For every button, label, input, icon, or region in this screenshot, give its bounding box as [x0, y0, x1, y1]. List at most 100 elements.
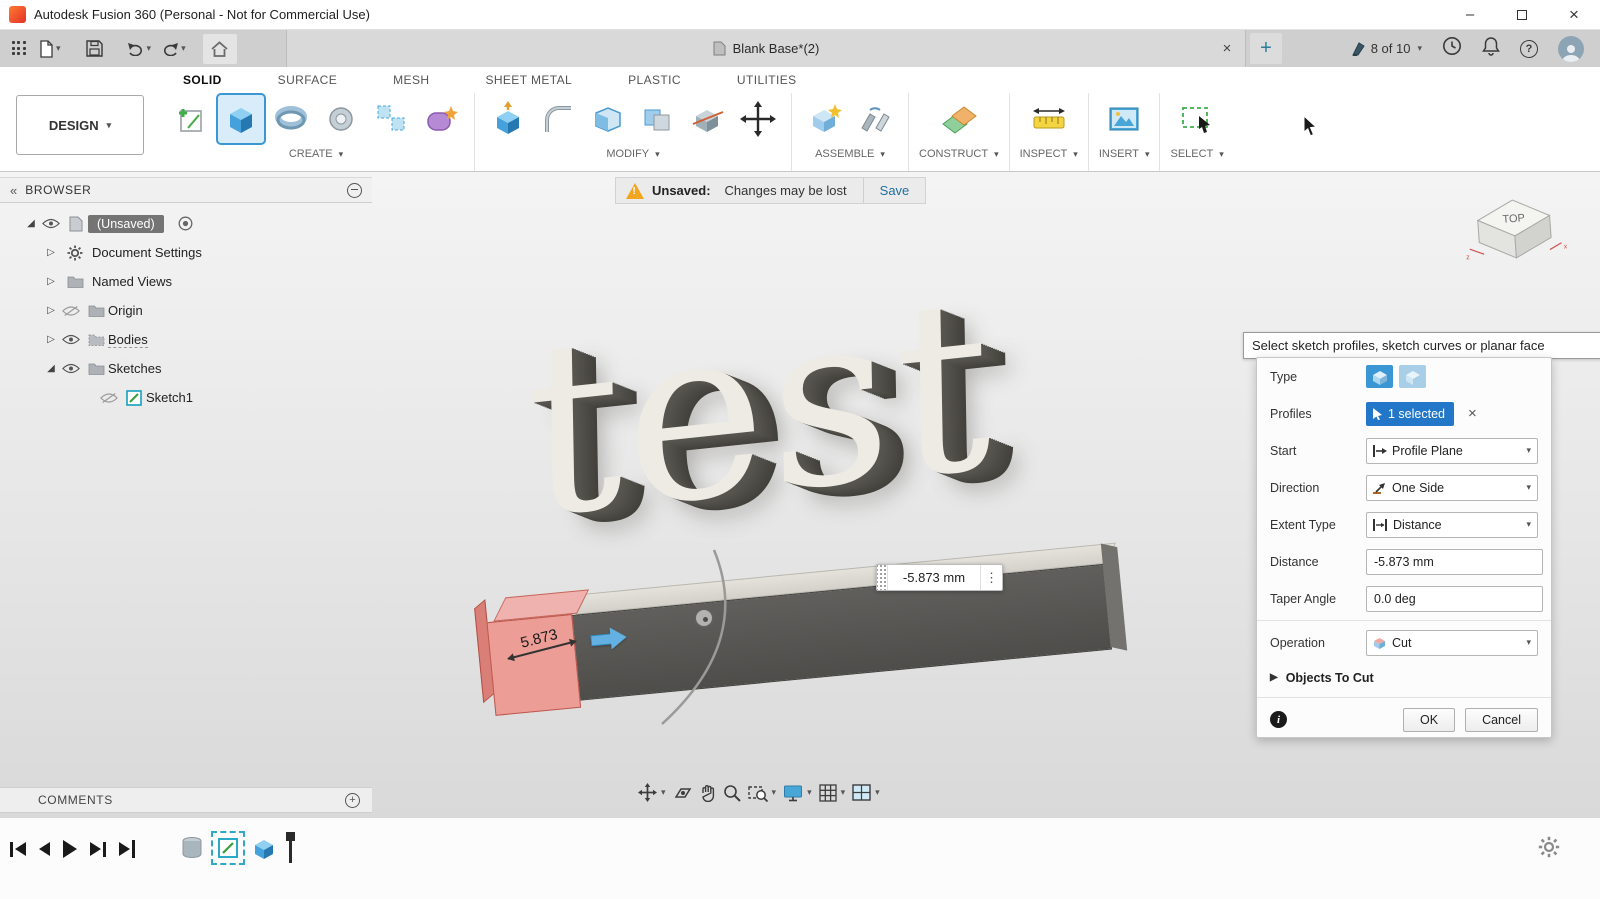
- taper-angle-input[interactable]: [1366, 585, 1543, 612]
- timeline-feature-extrude[interactable]: [250, 834, 278, 862]
- pan-button[interactable]: [700, 784, 716, 802]
- save-button[interactable]: [82, 34, 108, 64]
- step-forward-button[interactable]: [90, 836, 106, 862]
- tree-row-bodies[interactable]: ▷ Bodies: [0, 325, 372, 354]
- timeline-settings-button[interactable]: [1538, 836, 1560, 863]
- tree-row-sketches[interactable]: ◢ Sketches: [0, 354, 372, 383]
- combine-button[interactable]: [635, 95, 681, 143]
- visibility-eye-icon[interactable]: [58, 334, 84, 345]
- viewports-button[interactable]: ▾: [852, 784, 880, 801]
- document-tab-close-button[interactable]: ×: [1217, 38, 1237, 58]
- tab-plastic[interactable]: PLASTIC: [628, 73, 681, 87]
- display-settings-button[interactable]: ▾: [783, 784, 812, 802]
- cancel-button[interactable]: Cancel: [1465, 707, 1538, 732]
- revolve-button[interactable]: [268, 95, 314, 143]
- viewport-distance-input[interactable]: [888, 565, 980, 590]
- home-button[interactable]: [202, 33, 237, 64]
- undo-button[interactable]: ▾: [124, 34, 155, 64]
- group-label-assemble[interactable]: ASSEMBLE ▾: [815, 148, 885, 160]
- direction-select[interactable]: One Side ▾: [1366, 474, 1538, 501]
- visibility-eye-icon[interactable]: [58, 363, 84, 374]
- expand-toggle-icon[interactable]: ◢: [24, 218, 38, 229]
- extrude-type-thin-button[interactable]: [1399, 365, 1426, 388]
- expand-toggle-icon[interactable]: ▷: [44, 276, 58, 287]
- measure-button[interactable]: [1026, 95, 1072, 143]
- group-label-insert[interactable]: INSERT ▾: [1099, 148, 1150, 160]
- collapse-panel-icon[interactable]: «: [10, 183, 17, 198]
- expand-toggle-icon[interactable]: ▷: [44, 305, 58, 316]
- operation-select[interactable]: Cut ▾: [1366, 629, 1538, 656]
- input-options-button[interactable]: ⋮: [980, 565, 1002, 590]
- tab-utilities[interactable]: UTILITIES: [737, 73, 797, 87]
- tree-row-root[interactable]: ◢ (Unsaved): [0, 209, 372, 238]
- objects-to-cut-section[interactable]: ▶ Objects To Cut: [1257, 661, 1551, 694]
- orbit-button[interactable]: ▾: [638, 783, 666, 802]
- tree-row-named-views[interactable]: ▷ Named Views: [0, 267, 372, 296]
- document-tab[interactable]: Blank Base*(2) ×: [286, 30, 1246, 67]
- extension-tokens-badge[interactable]: 8 of 10 ▾: [1351, 41, 1422, 57]
- tab-mesh[interactable]: MESH: [393, 73, 429, 87]
- timeline-feature-sketch1[interactable]: [211, 830, 245, 865]
- add-comment-icon[interactable]: +: [345, 792, 360, 808]
- job-status-button[interactable]: [1442, 36, 1462, 61]
- new-tab-button[interactable]: +: [1250, 33, 1282, 64]
- ok-button[interactable]: OK: [1403, 707, 1456, 732]
- shell-button[interactable]: [585, 95, 631, 143]
- workspace-selector[interactable]: DESIGN ▾: [16, 95, 144, 155]
- tab-surface[interactable]: SURFACE: [278, 73, 337, 87]
- new-component-button[interactable]: [802, 95, 848, 143]
- pattern-button[interactable]: [368, 95, 414, 143]
- group-label-create[interactable]: CREATE ▾: [289, 148, 343, 160]
- tab-solid[interactable]: SOLID: [183, 73, 222, 87]
- create-form-button[interactable]: [418, 95, 464, 143]
- info-icon[interactable]: i: [1270, 711, 1287, 728]
- file-menu-button[interactable]: ▾: [36, 34, 64, 64]
- center-point-manipulator[interactable]: [694, 608, 714, 628]
- step-back-button[interactable]: [39, 836, 50, 862]
- group-label-inspect[interactable]: INSPECT ▾: [1020, 148, 1078, 160]
- create-sketch-button[interactable]: [168, 95, 214, 143]
- save-link[interactable]: Save: [862, 178, 926, 203]
- extrude-type-solid-button[interactable]: [1366, 365, 1393, 388]
- start-select[interactable]: Profile Plane ▾: [1366, 437, 1538, 464]
- grid-settings-button[interactable]: ▾: [818, 783, 845, 802]
- joint-button[interactable]: [852, 95, 898, 143]
- user-avatar[interactable]: [1558, 35, 1584, 62]
- zoom-button[interactable]: [723, 784, 741, 802]
- group-label-modify[interactable]: MODIFY ▾: [606, 148, 659, 160]
- go-to-start-button[interactable]: [10, 836, 26, 862]
- distance-input[interactable]: [1366, 548, 1543, 575]
- tree-row-origin[interactable]: ▷ Origin: [0, 296, 372, 325]
- drag-grip[interactable]: [877, 565, 888, 590]
- expand-toggle-icon[interactable]: ▷: [44, 334, 58, 345]
- visibility-eye-icon[interactable]: [38, 218, 64, 229]
- minimize-panel-icon[interactable]: [347, 182, 362, 198]
- go-to-end-button[interactable]: [119, 836, 135, 862]
- extruded-text-body[interactable]: test: [524, 245, 997, 572]
- minimize-button[interactable]: –: [1444, 0, 1496, 30]
- play-button[interactable]: [63, 836, 77, 862]
- zoom-window-button[interactable]: ▾: [747, 784, 776, 802]
- fillet-button[interactable]: [535, 95, 581, 143]
- visibility-eye-off-icon[interactable]: [58, 305, 84, 317]
- visibility-eye-off-icon[interactable]: [96, 392, 122, 404]
- activate-component-radio[interactable]: [178, 216, 193, 231]
- press-pull-button[interactable]: [485, 95, 531, 143]
- clear-selection-icon[interactable]: ×: [1468, 405, 1477, 422]
- maximize-button[interactable]: [1496, 0, 1548, 30]
- look-at-button[interactable]: [673, 785, 693, 801]
- section-expand-icon[interactable]: ▶: [1270, 672, 1278, 683]
- tab-sheet-metal[interactable]: SHEET METAL: [485, 73, 572, 87]
- view-cube-face-label[interactable]: TOP: [1502, 212, 1525, 226]
- tree-row-document-settings[interactable]: ▷ Document Settings: [0, 238, 372, 267]
- sweep-button[interactable]: [318, 95, 364, 143]
- profiles-selection-button[interactable]: 1 selected: [1366, 401, 1454, 426]
- group-label-select[interactable]: SELECT ▾: [1170, 148, 1223, 160]
- notifications-button[interactable]: [1482, 36, 1500, 61]
- app-menu-button[interactable]: [6, 34, 32, 64]
- expand-toggle-icon[interactable]: ◢: [44, 363, 58, 374]
- extrude-button[interactable]: [216, 93, 266, 145]
- viewport-canvas[interactable]: 5.873 test ! Unsaved: Changes may be los…: [0, 172, 1600, 817]
- insert-button[interactable]: [1101, 95, 1147, 143]
- extent-type-select[interactable]: Distance ▾: [1366, 511, 1538, 538]
